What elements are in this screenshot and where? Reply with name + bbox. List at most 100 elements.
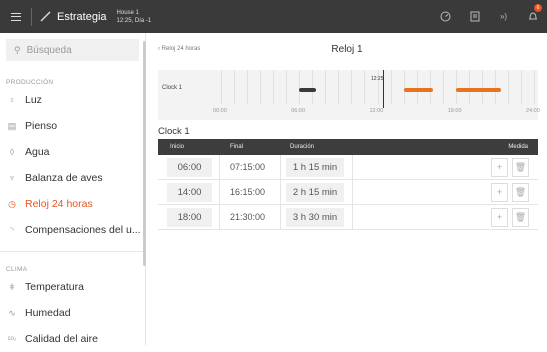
delete-button[interactable]: 🗑 [512, 182, 529, 202]
schedule-table: Inicio Final Duración Medida 06:00 07:15:… [158, 139, 538, 230]
compensation-icon: ◝ [10, 224, 14, 235]
clock-icon: ◷ [8, 198, 16, 209]
timeline-tick [234, 70, 236, 104]
start-time-field[interactable]: 06:00 [167, 157, 212, 177]
house-name: House 1 [116, 9, 139, 16]
timeline-tick [364, 70, 366, 104]
report-button[interactable] [460, 0, 489, 33]
dashboard-button[interactable] [431, 0, 460, 33]
humidity-icon: ∿ [8, 307, 16, 318]
timeline-period-bar[interactable] [455, 88, 502, 92]
sidebar-item-calidad-aire[interactable]: co₂ Calidad del aire [0, 326, 145, 352]
start-time-field[interactable]: 18:00 [167, 207, 212, 227]
hamburger-icon [11, 12, 21, 21]
duration-field[interactable]: 3 h 30 min [286, 207, 344, 227]
house-info[interactable]: House 1 12:25, Día -1 [117, 9, 152, 25]
plus-icon: + [496, 187, 503, 197]
timeline-tick [403, 70, 405, 104]
timeline-tick [273, 70, 275, 104]
sidebar-item-label: Agua [25, 146, 50, 158]
col-start: Inicio [170, 144, 185, 150]
duration-field[interactable]: 2 h 15 min [286, 182, 344, 202]
sound-button[interactable]: ») [489, 0, 518, 33]
sidebar-item-label: Luz [25, 94, 42, 106]
timeline-tick [455, 70, 457, 104]
sidebar-item-label: Humedad [25, 307, 71, 319]
start-time-field[interactable]: 14:00 [167, 182, 212, 202]
sidebar-item-temperatura[interactable]: ǂ Temperatura [0, 274, 145, 300]
timeline-tick [481, 70, 483, 104]
table-row: 06:00 07:15:00 1 h 15 min + 🗑 [158, 154, 538, 180]
timeline-tick [507, 70, 509, 104]
sidebar-item-luz[interactable]: ♀ Luz [0, 87, 145, 113]
sidebar-item-label: Calidad del aire [25, 333, 98, 345]
sidebar-item-balanza[interactable]: ♆ Balanza de aves [0, 165, 145, 191]
bell-icon [528, 12, 537, 20]
timeline-tick [494, 70, 496, 104]
gauge-icon [440, 11, 451, 22]
sidebar-item-pienso[interactable]: ▤ Pienso [0, 113, 145, 139]
timeline-period-bar[interactable] [299, 88, 316, 92]
timeline-period-bar[interactable] [403, 88, 433, 92]
timeline-tick [338, 70, 340, 104]
trash-icon: 🗑 [514, 186, 527, 197]
top-bar: Estrategia House 1 12:25, Día -1 ») 6 [0, 0, 547, 33]
document-icon [470, 11, 479, 22]
timeline-tick [247, 70, 249, 104]
menu-button[interactable] [5, 0, 27, 33]
timeline-hour-label: 06:00 [291, 108, 306, 114]
timeline-hour-label: 12:00 [369, 108, 384, 114]
timeline-tick [325, 70, 327, 104]
add-button[interactable]: + [491, 157, 508, 177]
alarm-button[interactable]: 6 [518, 0, 547, 33]
delete-button[interactable]: 🗑 [512, 157, 529, 177]
notification-badge: 6 [534, 4, 542, 12]
delete-button[interactable]: 🗑 [512, 207, 529, 227]
co2-icon: co₂ [7, 336, 17, 342]
timeline-label: Clock 1 [162, 85, 183, 91]
col-measure: Medida [508, 144, 528, 150]
timeline-tick [442, 70, 444, 104]
end-time: 21:30:00 [219, 204, 280, 230]
add-button[interactable]: + [491, 182, 508, 202]
bulb-icon: ♀ [8, 95, 16, 105]
search-input[interactable]: ⚲ Búsqueda [6, 39, 139, 61]
end-time: 07:15:00 [219, 154, 280, 180]
add-button[interactable]: + [491, 207, 508, 227]
bird-scale-icon: ♆ [8, 173, 16, 183]
sidebar-item-agua[interactable]: ◊ Agua [0, 139, 145, 165]
sidebar-item-compensaciones[interactable]: ◝ Compensaciones del u... [0, 217, 145, 243]
table-row: 18:00 21:30:00 3 h 30 min + 🗑 [158, 204, 538, 230]
clock-timeline: Clock 1 00:00 06:00 12:00 18:00 24:00 12:25 [158, 70, 540, 120]
timeline-hour-label: 18:00 [447, 108, 462, 114]
timeline-tick [416, 70, 418, 104]
app-title: Estrategia [40, 11, 107, 23]
timeline-tick [286, 70, 288, 104]
section-title-climate: CLIMA [6, 266, 28, 273]
house-day: 12:25, Día -1 [116, 17, 152, 24]
plus-icon: + [496, 162, 503, 172]
timeline-tick [534, 70, 535, 104]
sidebar-item-reloj[interactable]: ◷ Reloj 24 horas [0, 191, 145, 217]
search-icon: ⚲ [14, 44, 21, 55]
timeline-tick [260, 70, 262, 104]
col-duration: Duración [290, 144, 315, 150]
sidebar-scrollbar[interactable] [143, 41, 146, 266]
timeline-tick [299, 70, 301, 104]
sidebar-item-label: Pienso [25, 120, 58, 132]
water-drop-icon: ◊ [9, 147, 15, 157]
main-content: ‹ Reloj 24 horas Reloj 1 Clock 1 00:00 06… [147, 33, 547, 345]
thermometer-icon: ǂ [9, 282, 15, 292]
timeline-tick [429, 70, 431, 104]
sidebar: ⚲ Búsqueda PRODUCCIÓN ♀ Luz ▤ Pienso ◊ A… [0, 33, 146, 345]
timeline-hour-label: 00:00 [213, 108, 227, 114]
app-name: Estrategia [57, 10, 107, 23]
duration-field[interactable]: 1 h 15 min [286, 157, 344, 177]
sidebar-item-humedad[interactable]: ∿ Humedad [0, 300, 145, 326]
col-end: Final [230, 144, 244, 150]
timeline-tick [390, 70, 392, 104]
timeline-tick [468, 70, 470, 104]
topbar-divider [31, 7, 32, 26]
strategy-icon [40, 11, 51, 22]
timeline-now-label: 12:25 [370, 76, 384, 82]
